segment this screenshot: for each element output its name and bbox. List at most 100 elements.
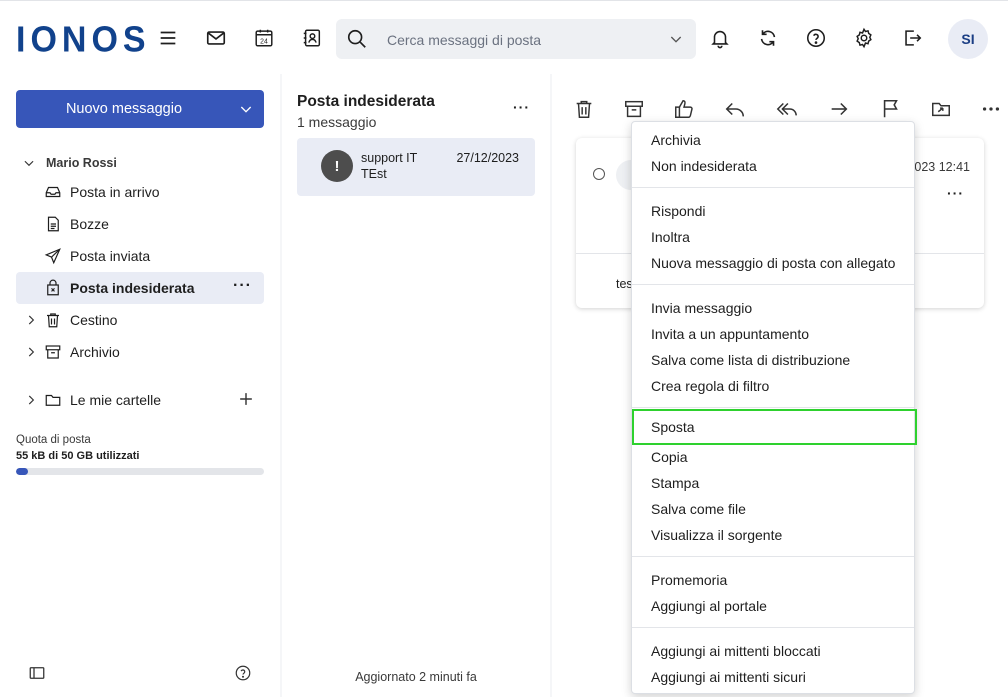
menu-item-crea-regola[interactable]: Crea regola di filtro [632,373,914,399]
user-avatar[interactable]: SI [948,19,988,59]
menu-item-inoltra[interactable]: Inoltra [632,224,914,250]
sidebar-item-sent[interactable]: Posta inviata [16,240,264,272]
sidebar-item-label: Bozze [70,216,109,232]
contacts-icon[interactable] [298,24,326,52]
sidebar-item-my-folders[interactable]: Le mie cartelle [16,384,264,416]
hamburger-menu-icon[interactable] [154,24,182,52]
context-menu: Archivia Non indesiderata Rispondi Inolt… [631,121,917,694]
reply-icon[interactable] [724,98,748,122]
quota-bar [16,468,264,475]
sidebar-item-inbox[interactable]: Posta in arrivo [16,176,264,208]
chevron-down-icon[interactable] [22,156,36,170]
message-more-icon[interactable]: ··· [947,185,964,201]
menu-item-rispondi[interactable]: Rispondi [632,198,914,224]
sidebar-item-label: Posta inviata [70,248,151,264]
delete-icon[interactable] [573,98,597,122]
archive-icon [44,343,62,361]
menu-item-aggiungi-portale[interactable]: Aggiungi al portale [632,593,914,619]
sidebar-item-drafts[interactable]: Bozze [16,208,264,240]
menu-item-archivia[interactable]: Archivia [632,127,914,153]
menu-divider [632,187,914,188]
chevron-right-icon[interactable] [24,393,38,407]
message-select-radio[interactable] [593,168,605,180]
last-updated: Aggiornato 2 minuti fa [355,670,477,684]
menu-item-promemoria[interactable]: Promemoria [632,567,914,593]
folder-icon [44,391,62,409]
sidebar-toggle-icon[interactable] [28,664,46,682]
message-sender: support IT [361,151,418,165]
trash-icon [44,311,62,329]
sidebar-item-label: Le mie cartelle [70,392,162,408]
sent-icon [44,247,62,265]
new-message-button[interactable]: Nuovo messaggio [16,90,264,128]
sidebar-item-label: Cestino [70,312,118,328]
spam-icon [44,279,62,297]
quota-used: 55 kB di 50 GB utilizzati [16,450,140,462]
account-tree-toggle[interactable]: Mario Rossi [22,153,117,173]
menu-item-copia[interactable]: Copia [632,444,914,470]
menu-item-salva-file[interactable]: Salva come file [632,496,914,522]
menu-divider [632,284,914,285]
menu-item-mittenti-bloccati[interactable]: Aggiungi ai mittenti bloccati [632,638,914,664]
add-folder-icon[interactable] [236,389,256,409]
refresh-icon[interactable] [754,24,782,52]
sender-avatar: ! [321,150,353,182]
list-more-icon[interactable]: ··· [513,99,530,115]
gear-icon[interactable] [850,24,878,52]
chevron-right-icon[interactable] [24,313,38,327]
quota-label: Quota di posta [16,434,91,446]
menu-item-salva-lista[interactable]: Salva come lista di distribuzione [632,347,914,373]
search-icon[interactable] [346,28,368,50]
folder-title: Posta indesiderata [297,93,435,110]
menu-item-invia-messaggio[interactable]: Invia messaggio [632,295,914,321]
chevron-down-icon[interactable] [668,31,684,47]
calendar-icon[interactable]: 24 [250,24,278,52]
folder-more-icon[interactable]: ··· [233,277,252,295]
chevron-down-icon[interactable] [238,101,254,117]
ionos-logo[interactable]: IONOS [16,20,151,61]
chevron-right-icon[interactable] [24,345,38,359]
forward-icon[interactable] [828,98,852,122]
flag-icon[interactable] [880,98,904,122]
inbox-icon [44,183,62,201]
message-subject: TEst [361,167,387,181]
menu-item-sposta[interactable]: Sposta [632,409,917,445]
message-date: 27/12/2023 [456,151,519,165]
menu-item-visualizza-sorgente[interactable]: Visualizza il sorgente [632,522,914,548]
menu-item-mittenti-sicuri[interactable]: Aggiungi ai mittenti sicuri [632,664,914,690]
search-bar[interactable]: Cerca messaggi di posta [336,19,696,59]
logout-icon[interactable] [898,24,926,52]
account-name: Mario Rossi [46,156,117,170]
sidebar-item-label: Archivio [70,344,120,360]
quota-fill [16,468,29,475]
menu-item-nuovo-con-allegato[interactable]: Nuova messaggio di posta con allegato [632,250,914,276]
drafts-icon [44,215,62,233]
more-actions-icon[interactable] [980,98,1004,122]
help-icon[interactable] [234,664,252,682]
list-item[interactable]: ! support IT TEst 27/12/2023 [297,138,535,196]
help-icon[interactable] [802,24,830,52]
sidebar-item-trash[interactable]: Cestino [16,304,264,336]
message-time: 023 12:41 [914,160,970,174]
sidebar-item-label: Posta indesiderata [70,280,195,296]
menu-item-stampa[interactable]: Stampa [632,470,914,496]
calendar-day: 24 [260,39,268,46]
archive-icon[interactable] [623,98,647,122]
menu-divider [632,407,914,408]
thumbs-up-icon[interactable] [673,98,697,122]
message-list: Posta indesiderata 1 messaggio ··· ! sup… [282,74,550,697]
sidebar-item-label: Posta in arrivo [70,184,160,200]
mail-icon[interactable] [202,24,230,52]
new-message-label: Nuovo messaggio [65,101,183,117]
search-input[interactable]: Cerca messaggi di posta [387,32,541,48]
sidebar-item-spam[interactable]: Posta indesiderata ··· [16,272,264,304]
bell-icon[interactable] [706,24,734,52]
menu-item-invita-appuntamento[interactable]: Invita a un appuntamento [632,321,914,347]
top-bar: IONOS 24 Cerca messaggi di posta SI [0,0,1008,74]
message-count: 1 messaggio [297,114,377,130]
reply-all-icon[interactable] [776,98,800,122]
move-to-folder-icon[interactable] [930,98,954,122]
sidebar-item-archive[interactable]: Archivio [16,336,264,368]
menu-divider [632,556,914,557]
menu-item-non-indesiderata[interactable]: Non indesiderata [632,153,914,179]
